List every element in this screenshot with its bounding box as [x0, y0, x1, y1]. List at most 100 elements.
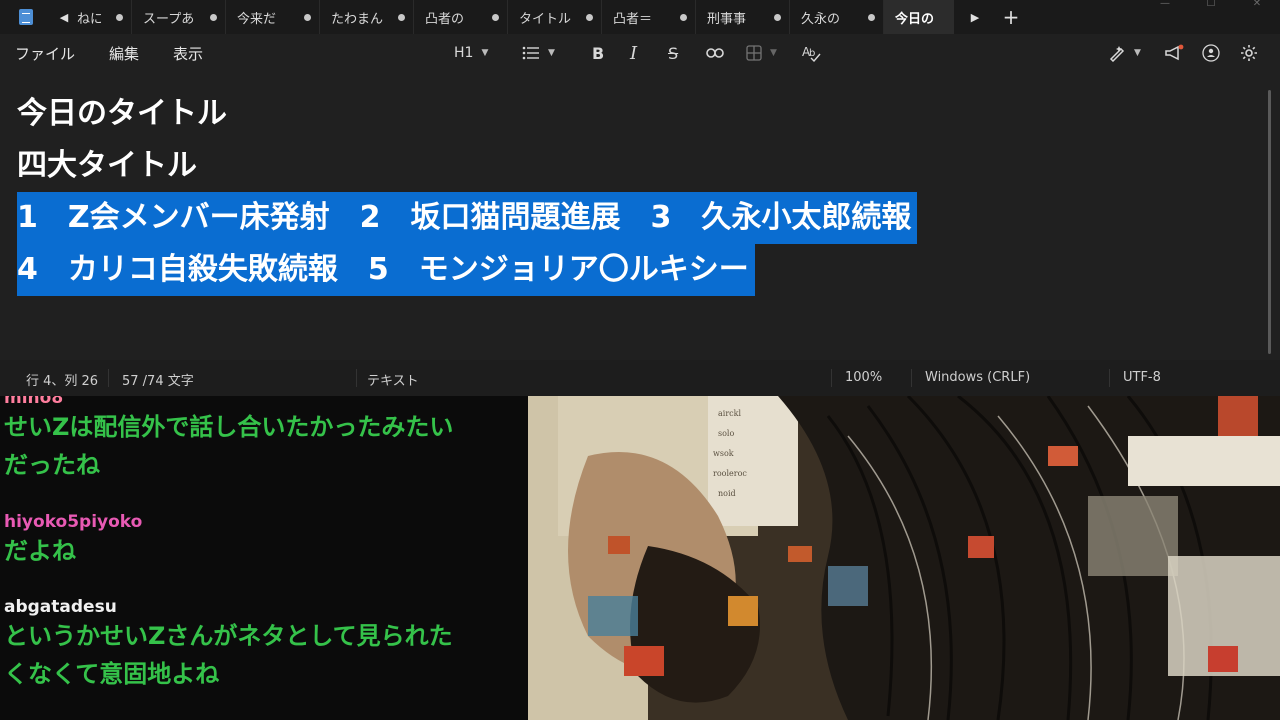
tab-4[interactable]: たわまん [320, 0, 414, 34]
bold-label: B [592, 43, 605, 63]
chat-username: hiyoko5piyoko [4, 512, 143, 532]
bulleted-list-icon [522, 46, 539, 60]
chevron-down-icon: ▼ [770, 48, 777, 58]
selected-line-3: 1 Z会メンバー床発射 2 坂口猫問題進展 3 久永小太郎続報 [17, 192, 918, 244]
tab-label: ねにい [77, 11, 101, 27]
menu-file[interactable]: ファイル [15, 43, 75, 64]
menu-view[interactable]: 表示 [173, 43, 203, 64]
document-body[interactable]: 今日のタイトル 四大タイトル 1 Z会メンバー床発射 2 坂口猫問題進展 3 久… [17, 88, 1247, 296]
doc-line-2: 四大タイトル [17, 148, 197, 183]
unsaved-dot-icon[interactable] [680, 13, 687, 21]
unsaved-dot-icon[interactable] [304, 13, 311, 21]
strikethrough-button[interactable]: S [668, 44, 706, 63]
chat-message: abgatadesu というかせいZさんがネタとして見られた くなくて意固地よね [4, 597, 524, 693]
window-controls: — ☐ ✕ [1142, 0, 1280, 10]
status-divider [911, 369, 912, 387]
tab-6[interactable]: タイトル [508, 0, 602, 34]
copilot-pen-icon [1109, 46, 1125, 62]
strikethrough-label: S [668, 43, 679, 63]
heading-dropdown[interactable]: H1 ▼ [454, 45, 522, 61]
maximize-icon[interactable]: ☐ [1188, 0, 1234, 10]
chevron-down-icon: ▼ [481, 48, 489, 58]
tab-7[interactable]: 凸者＝ [602, 0, 696, 34]
tab-1[interactable]: ねにい [77, 0, 132, 34]
table-dropdown[interactable]: ▼ [746, 45, 802, 61]
unsaved-dot-icon[interactable] [398, 13, 405, 21]
chat-text: せいZは配信外で話し合いたかったみたい だったね [4, 413, 454, 479]
cursor-position: 行 4、列 26 [26, 374, 99, 389]
vertical-scrollbar[interactable] [1268, 90, 1271, 354]
painting-artwork: airckl solo wsok rooleroc noid [528, 396, 1280, 720]
svg-text:airckl: airckl [718, 409, 741, 418]
menu-edit[interactable]: 編集 [109, 43, 139, 64]
text-mode[interactable]: テキスト [367, 370, 419, 389]
status-divider [108, 369, 109, 387]
tab-list: ねにい スープあ 今来だ たわまん 凸者の タイトル 凸者＝ 刑事事 久永の 今… [77, 0, 954, 34]
tab-label: タイトル [519, 11, 571, 27]
chat-username: mino8 [4, 396, 64, 408]
bold-button[interactable]: B [592, 44, 630, 63]
unsaved-dot-icon[interactable] [586, 13, 593, 21]
selected-line-4: 4 カリコ自殺失敗続報 5 モンジョリア〇ルキシー [17, 244, 755, 296]
tab-bar: ◀ ねにい スープあ 今来だ たわまん 凸者の タイトル 凸者＝ 刑事事 久永の… [0, 0, 1280, 34]
unsaved-dot-icon[interactable] [492, 13, 499, 21]
unsaved-dot-icon[interactable] [868, 13, 875, 21]
tab-9[interactable]: 久永の [790, 0, 884, 34]
format-toolbar: H1 ▼ ▼ B I S ▼ Ab [454, 34, 832, 72]
tab-label: 凸者＝ [613, 11, 653, 27]
chat-text: というかせいZさんがネタとして見られた くなくて意固地よね [4, 622, 453, 688]
announcements-button[interactable] [1164, 44, 1202, 62]
italic-button[interactable]: I [630, 43, 668, 64]
gear-icon [1241, 45, 1257, 61]
zoom-level[interactable]: 100% [845, 370, 882, 385]
scroll-tabs-right-icon[interactable]: ▶ [962, 11, 988, 24]
chat-text: だよね [4, 537, 76, 565]
copilot-dropdown[interactable]: ▼ [1108, 44, 1164, 62]
tab-label: たわまん [331, 11, 383, 27]
chevron-down-icon: ▼ [548, 48, 555, 58]
unsaved-dot-icon[interactable] [210, 13, 217, 21]
account-button[interactable] [1202, 44, 1240, 62]
character-count: 57 /74 文字 [122, 374, 194, 389]
tab-5[interactable]: 凸者の [414, 0, 508, 34]
megaphone-icon [1165, 44, 1184, 61]
list-dropdown[interactable]: ▼ [522, 46, 592, 60]
tab-label: 今来だ [237, 11, 277, 27]
doc-line-1: 今日のタイトル [17, 96, 227, 131]
svg-text:b: b [809, 48, 815, 59]
tab-3[interactable]: 今来だ [226, 0, 320, 34]
encoding[interactable]: UTF-8 [1123, 370, 1161, 385]
status-divider [831, 369, 832, 387]
link-button[interactable] [706, 47, 746, 59]
tab-8[interactable]: 刑事事 [696, 0, 790, 34]
tab-label: 久永の [801, 11, 841, 27]
minimize-icon[interactable]: — [1142, 0, 1188, 10]
spellcheck-button[interactable]: Ab [802, 44, 832, 62]
status-divider [1109, 369, 1110, 387]
new-tab-plus-icon[interactable]: + [988, 5, 1034, 29]
chat-message: hiyoko5piyoko だよね [4, 512, 524, 570]
link-icon [706, 48, 724, 58]
chat-username: abgatadesu [4, 597, 117, 617]
tab-label: 凸者の [425, 11, 465, 27]
settings-button[interactable] [1240, 44, 1280, 62]
live-chat-panel: mino8 せいZは配信外で話し合いたかったみたい だったね hiyoko5pi… [0, 396, 528, 720]
tab-2[interactable]: スープあ [132, 0, 226, 34]
tab-label: スープあ [143, 11, 195, 27]
right-toolbar: ▼ [1108, 34, 1280, 72]
tab-active[interactable]: 今日の [884, 0, 954, 34]
close-icon[interactable]: ✕ [1234, 0, 1280, 10]
scroll-tabs-left-icon[interactable]: ◀ [51, 11, 77, 24]
tab-label: 今日の [895, 11, 935, 27]
tab-label: 刑事事 [707, 11, 747, 27]
heading-label: H1 [454, 45, 474, 61]
account-icon [1202, 44, 1220, 62]
svg-text:wsok: wsok [713, 449, 734, 458]
collage-painting-image: airckl solo wsok rooleroc noid [528, 396, 1280, 720]
status-divider [356, 369, 357, 387]
unsaved-dot-icon[interactable] [116, 13, 123, 21]
unsaved-dot-icon[interactable] [774, 13, 781, 21]
line-ending[interactable]: Windows (CRLF) [925, 370, 1030, 385]
text-editor-window: ◀ ねにい スープあ 今来だ たわまん 凸者の タイトル 凸者＝ 刑事事 久永の… [0, 0, 1280, 396]
notepad-app-icon [19, 9, 33, 25]
